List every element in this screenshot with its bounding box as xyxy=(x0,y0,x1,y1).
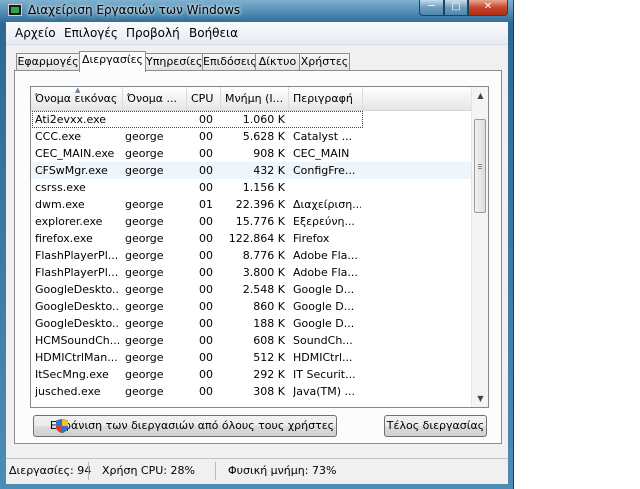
grip-line xyxy=(478,164,482,165)
menu-bar: Αρχείο Επιλογές Προβολή Βοήθεια xyxy=(6,22,508,45)
title-bar[interactable]: Διαχείριση Εργασιών των Windows ─ □ ✕ xyxy=(0,0,514,22)
column-description[interactable]: Περιγραφή xyxy=(289,87,363,110)
column-memory[interactable]: Μνήμη (Ι... xyxy=(221,87,289,110)
menu-help[interactable]: Βοήθεια xyxy=(189,26,238,40)
show-all-processes-button[interactable]: Εμφάνιση των διεργασιών από όλους τους χ… xyxy=(33,415,337,437)
show-all-processes-label: Εμφάνιση των διεργασιών από όλους τους χ… xyxy=(49,419,335,432)
grip-line xyxy=(478,168,482,169)
scroll-up-icon[interactable]: ▲ xyxy=(472,87,488,104)
table-row[interactable]: FlashPlayerPl... george 00 8.776 K Adobe Fla… xyxy=(31,247,471,264)
minimize-icon: ─ xyxy=(428,1,435,12)
minimize-button[interactable]: ─ xyxy=(419,0,444,16)
end-process-button[interactable]: Τέλος διεργασίας xyxy=(384,415,487,437)
table-row[interactable]: explorer.exe george 00 15.776 K Εξερεύνη... xyxy=(31,213,471,230)
close-icon: ✕ xyxy=(483,1,493,12)
table-row[interactable]: CCC.exe george 00 5.628 K Catalyst ... xyxy=(31,128,471,145)
table-row[interactable]: HCMSoundCh... george 00 608 K SoundCh... xyxy=(31,332,471,349)
tab-services[interactable]: Υπηρεσίες xyxy=(145,53,203,70)
table-row[interactable]: jusched.exe george 00 308 K Java(TM) ... xyxy=(31,383,471,400)
column-user-name[interactable]: Όνομα ... xyxy=(123,87,187,110)
table-row[interactable]: CFSwMgr.exe george 00 432 K ConfigFre... xyxy=(31,162,471,179)
maximize-icon: □ xyxy=(451,1,461,12)
table-row[interactable]: GoogleDeskto... george 00 860 K Google D... xyxy=(31,298,471,315)
table-row[interactable]: CEC_MAIN.exe george 00 908 K CEC_MAIN xyxy=(31,145,471,162)
column-image-name[interactable]: ▲ Όνομα εικόνας xyxy=(31,87,123,110)
table-row[interactable]: csrss.exe 00 1.156 K xyxy=(31,179,471,196)
status-bar: Διεργασίες: 94 Χρήση CPU: 28% Φυσική μνή… xyxy=(6,458,508,484)
tab-processes[interactable]: Διεργασίες xyxy=(79,51,146,72)
divider xyxy=(215,462,216,480)
task-manager-icon xyxy=(8,4,22,16)
scrollbar-thumb[interactable] xyxy=(474,119,486,213)
table-row[interactable]: firefox.exe george 00 122.864 K Firefox xyxy=(31,230,471,247)
menu-options[interactable]: Επιλογές xyxy=(64,26,118,40)
status-cpu-usage: Χρήση CPU: 28% xyxy=(102,464,195,477)
maximize-button[interactable]: □ xyxy=(444,0,468,16)
list-header: ▲ Όνομα εικόνας Όνομα ... CPU Μνήμη (Ι...… xyxy=(31,87,471,111)
process-list[interactable]: ▲ Όνομα εικόνας Όνομα ... CPU Μνήμη (Ι...… xyxy=(30,86,489,408)
table-row[interactable]: GoogleDeskto... george 00 188 K Google D... xyxy=(31,315,471,332)
grip-line xyxy=(478,166,482,167)
menu-view[interactable]: Προβολή xyxy=(126,26,180,40)
sort-ascending-icon: ▲ xyxy=(75,87,81,94)
tab-networking[interactable]: Δίκτυο xyxy=(255,53,300,70)
close-button[interactable]: ✕ xyxy=(468,0,508,16)
status-processes: Διεργασίες: 94 xyxy=(9,464,92,477)
table-row[interactable]: HDMICtrlMan... george 00 512 K HDMICtrl... xyxy=(31,349,471,366)
tab-applications[interactable]: Εφαρμογές xyxy=(16,53,80,70)
client-area: Αρχείο Επιλογές Προβολή Βοήθεια Εφαρμογέ… xyxy=(6,22,508,484)
scroll-down-icon[interactable]: ▼ xyxy=(472,390,488,407)
divider xyxy=(88,462,89,480)
menu-file[interactable]: Αρχείο xyxy=(15,26,56,40)
task-manager-window: Διαχείριση Εργασιών των Windows ─ □ ✕ Αρ… xyxy=(0,0,514,489)
tab-users[interactable]: Χρήστες xyxy=(299,53,350,70)
vertical-scrollbar[interactable]: ▲ ▼ xyxy=(471,87,488,407)
table-row[interactable]: Ati2evxx.exe 00 1.060 K xyxy=(31,111,471,128)
table-row[interactable]: dwm.exe george 01 22.396 K Διαχείριση... xyxy=(31,196,471,213)
window-title: Διαχείριση Εργασιών των Windows xyxy=(28,3,241,17)
table-row[interactable]: ItSecMng.exe george 00 292 K IT Securit... xyxy=(31,366,471,383)
tab-performance[interactable]: Επιδόσεις xyxy=(202,53,257,70)
uac-shield-icon xyxy=(56,419,68,433)
column-cpu[interactable]: CPU xyxy=(187,87,221,110)
table-row[interactable]: GoogleDeskto... george 00 2.548 K Google D..… xyxy=(31,281,471,298)
table-row[interactable]: FlashPlayerPl... george 00 3.800 K Adobe Fla… xyxy=(31,264,471,281)
status-physical-memory: Φυσική μνήμη: 73% xyxy=(228,464,337,477)
